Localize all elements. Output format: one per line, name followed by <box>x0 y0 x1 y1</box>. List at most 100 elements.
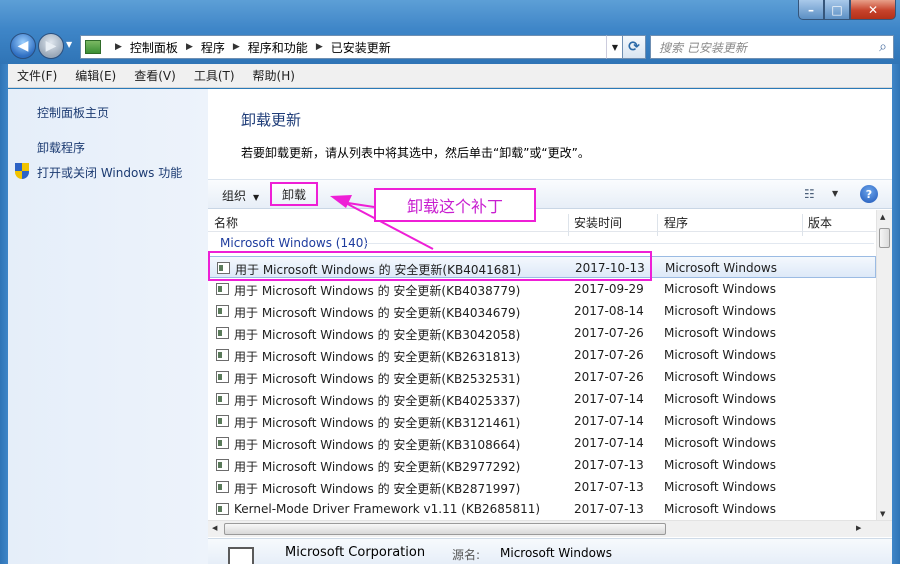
page-description: 若要卸载更新，请从列表中将其选中，然后单击“卸载”或“更改”。 <box>241 146 590 160</box>
scroll-left-icon[interactable]: ◀ <box>212 524 217 532</box>
organize-label: 组织 <box>222 189 247 203</box>
table-row[interactable]: 用于 Microsoft Windows 的 安全更新(KB3121461) 20… <box>208 410 876 432</box>
organize-button[interactable]: 组织 ▼ <box>222 187 259 204</box>
install-date: 2017-07-13 <box>574 480 644 494</box>
vertical-scrollbar[interactable]: ▲ ▼ <box>876 210 892 520</box>
command-bar: 组织 ▼ 卸载 ☷ ▼ ? <box>208 179 892 209</box>
update-name: 用于 Microsoft Windows 的 安全更新(KB3108664) <box>234 438 521 452</box>
help-icon[interactable]: ? <box>860 185 878 203</box>
main-content: 卸载更新 若要卸载更新，请从列表中将其选中，然后单击“卸载”或“更改”。 组织 ▼… <box>208 89 892 564</box>
menu-view[interactable]: 查看(V) <box>125 67 185 84</box>
chevron-down-icon: ▼ <box>253 193 260 202</box>
search-icon[interactable]: ⌕ <box>879 39 887 55</box>
back-button[interactable]: ◀ <box>10 33 36 59</box>
scroll-thumb-horizontal[interactable] <box>224 523 666 535</box>
chevron-right-icon[interactable]: ▶ <box>115 42 122 52</box>
menu-edit[interactable]: 编辑(E) <box>66 67 125 84</box>
program-name: Microsoft Windows <box>664 304 776 318</box>
recent-pages-dropdown[interactable]: ▼ <box>66 40 72 49</box>
update-name: Kernel-Mode Driver Framework v1.11 (KB26… <box>234 502 541 516</box>
column-header-program[interactable]: 程序 <box>664 214 688 231</box>
breadcrumb-control-panel[interactable]: 控制面板 <box>130 39 178 56</box>
install-date: 2017-07-14 <box>574 436 644 450</box>
navigation-bar: ◀ ▶ ▼ ▶ 控制面板 ▶ 程序 ▶ 程序和功能 ▶ 已安装更新 ▼ ⟳ 搜索… <box>8 30 894 60</box>
chevron-right-icon[interactable]: ▶ <box>186 42 193 52</box>
close-button[interactable]: ✕ <box>850 0 896 20</box>
update-icon <box>216 503 229 515</box>
column-header-name[interactable]: 名称 <box>214 214 238 231</box>
window-frame-right <box>892 64 900 564</box>
publisher-name: Microsoft Corporation <box>285 545 426 560</box>
uninstall-program-link[interactable]: 卸载程序 <box>37 139 85 156</box>
window-controls: – □ ✕ <box>798 0 896 20</box>
update-name: 用于 Microsoft Windows 的 安全更新(KB2977292) <box>234 460 521 474</box>
update-name: 用于 Microsoft Windows 的 安全更新(KB4038779) <box>234 284 521 298</box>
menu-file[interactable]: 文件(F) <box>8 67 66 84</box>
menu-help[interactable]: 帮助(H) <box>244 67 304 84</box>
program-name: Microsoft Windows <box>664 436 776 450</box>
update-name: 用于 Microsoft Windows 的 安全更新(KB2871997) <box>234 482 521 496</box>
forward-button[interactable]: ▶ <box>38 33 64 59</box>
column-header-version[interactable]: 版本 <box>808 214 832 231</box>
uninstall-button[interactable]: 卸载 <box>270 182 318 206</box>
table-row[interactable]: 用于 Microsoft Windows 的 安全更新(KB4038779) 20… <box>208 278 876 300</box>
table-row[interactable]: Kernel-Mode Driver Framework v1.11 (KB26… <box>208 498 876 520</box>
view-options-icon[interactable]: ☷ <box>804 187 815 201</box>
update-icon <box>216 371 229 383</box>
install-date: 2017-07-13 <box>574 458 644 472</box>
column-divider[interactable] <box>802 214 803 236</box>
source-label: 源名: <box>452 548 481 562</box>
scroll-right-icon[interactable]: ▶ <box>856 524 861 532</box>
updates-list: 用于 Microsoft Windows 的 安全更新(KB4041681) 20… <box>208 256 876 520</box>
breadcrumb-programs-features[interactable]: 程序和功能 <box>248 39 308 56</box>
minimize-button[interactable]: – <box>798 0 824 20</box>
column-divider[interactable] <box>568 214 569 236</box>
update-name: 用于 Microsoft Windows 的 安全更新(KB4025337) <box>234 394 521 408</box>
windows-features-link[interactable]: 打开或关闭 Windows 功能 <box>37 164 182 181</box>
details-pane: Microsoft Corporation 源名: Microsoft Wind… <box>208 538 892 564</box>
shield-icon <box>15 163 29 179</box>
table-row[interactable]: 用于 Microsoft Windows 的 安全更新(KB2977292) 20… <box>208 454 876 476</box>
task-pane: 控制面板主页 卸载程序 打开或关闭 Windows 功能 <box>8 89 208 564</box>
search-input[interactable]: 搜索 已安装更新 ⌕ <box>650 35 894 59</box>
update-icon <box>216 459 229 471</box>
menu-tools[interactable]: 工具(T) <box>185 67 244 84</box>
breadcrumb-programs[interactable]: 程序 <box>201 39 225 56</box>
table-row[interactable]: 用于 Microsoft Windows 的 安全更新(KB2532531) 20… <box>208 366 876 388</box>
install-date: 2017-07-26 <box>574 370 644 384</box>
table-row[interactable]: 用于 Microsoft Windows 的 安全更新(KB2871997) 20… <box>208 476 876 498</box>
update-icon <box>216 305 229 317</box>
table-row[interactable]: 用于 Microsoft Windows 的 安全更新(KB4034679) 20… <box>208 300 876 322</box>
update-icon <box>216 481 229 493</box>
column-divider[interactable] <box>657 214 658 236</box>
table-row[interactable]: 用于 Microsoft Windows 的 安全更新(KB2631813) 20… <box>208 344 876 366</box>
install-date: 2017-07-26 <box>574 348 644 362</box>
breadcrumb-installed-updates[interactable]: 已安装更新 <box>331 39 391 56</box>
table-row[interactable]: 用于 Microsoft Windows 的 安全更新(KB3108664) 20… <box>208 432 876 454</box>
address-bar[interactable]: ▶ 控制面板 ▶ 程序 ▶ 程序和功能 ▶ 已安装更新 <box>80 35 614 59</box>
program-name: Microsoft Windows <box>664 348 776 362</box>
scroll-down-icon[interactable]: ▼ <box>880 510 885 518</box>
update-icon <box>216 415 229 427</box>
scroll-up-icon[interactable]: ▲ <box>880 213 885 221</box>
table-row[interactable]: 用于 Microsoft Windows 的 安全更新(KB4025337) 20… <box>208 388 876 410</box>
annotation-callout: 卸载这个补丁 <box>374 188 536 222</box>
refresh-button[interactable]: ⟳ <box>622 35 646 59</box>
view-dropdown-icon[interactable]: ▼ <box>832 189 838 198</box>
update-package-icon <box>228 547 254 564</box>
page-title: 卸载更新 <box>241 111 302 129</box>
group-divider <box>364 243 874 244</box>
update-name: 用于 Microsoft Windows 的 安全更新(KB2631813) <box>234 350 521 364</box>
source-value: Microsoft Windows <box>500 546 612 560</box>
table-row[interactable]: 用于 Microsoft Windows 的 安全更新(KB3042058) 20… <box>208 322 876 344</box>
chevron-right-icon[interactable]: ▶ <box>233 42 240 52</box>
program-name: Microsoft Windows <box>665 261 777 275</box>
chevron-right-icon[interactable]: ▶ <box>316 42 323 52</box>
column-headers: 名称 安装时间 程序 版本 <box>208 210 876 236</box>
maximize-button[interactable]: □ <box>824 0 850 20</box>
column-header-date[interactable]: 安装时间 <box>574 214 622 231</box>
control-panel-home-link[interactable]: 控制面板主页 <box>37 104 109 121</box>
scroll-thumb[interactable] <box>879 228 890 248</box>
horizontal-scrollbar[interactable]: ◀ ▶ <box>208 520 892 537</box>
group-header[interactable]: Microsoft Windows (140) <box>220 236 368 250</box>
